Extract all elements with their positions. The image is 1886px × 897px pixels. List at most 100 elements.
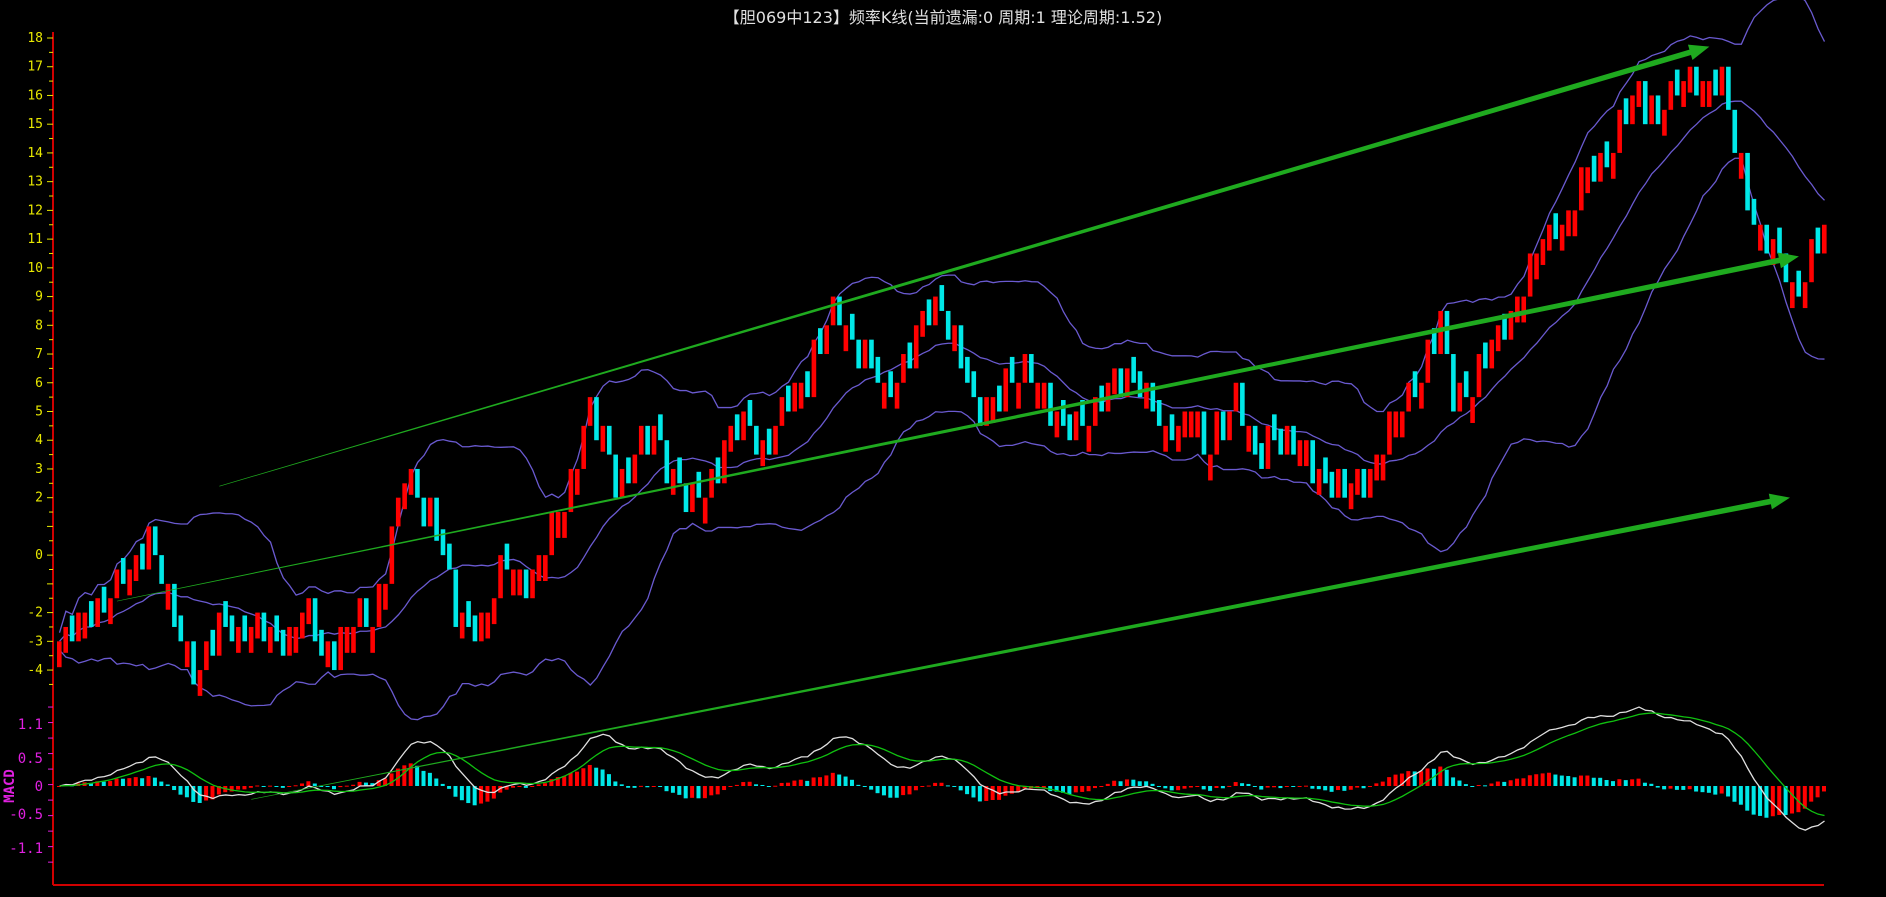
candle-down <box>677 457 682 483</box>
candle-up <box>901 354 906 383</box>
bollinger-lower-band <box>60 158 1825 719</box>
macd-histogram-bar <box>447 786 451 789</box>
candle-up <box>326 641 331 667</box>
candle-up <box>1246 426 1251 452</box>
candle-up <box>479 613 484 642</box>
candle-down <box>805 371 810 397</box>
candle-up <box>358 598 363 627</box>
candle-up <box>1496 325 1501 351</box>
macd-histogram-bar <box>1707 786 1711 793</box>
macd-histogram-bar <box>1470 786 1474 787</box>
candle-up <box>1349 483 1354 509</box>
macd-histogram-bar <box>1426 768 1430 786</box>
macd-histogram-bar <box>1234 782 1238 786</box>
candle-down <box>1726 67 1731 110</box>
y-tick-label: 16 <box>27 88 43 103</box>
macd-histogram-bar <box>1336 786 1340 790</box>
candle-up <box>268 627 273 653</box>
macd-tick-label: 1.1 <box>18 717 43 733</box>
candle-up <box>773 426 778 455</box>
y-tick-label: 8 <box>35 318 43 333</box>
candle-down <box>978 397 983 426</box>
macd-histogram-bar <box>780 783 784 786</box>
macd-histogram-bar <box>799 780 803 786</box>
macd-histogram-bar <box>1310 786 1314 789</box>
candle-down <box>1310 440 1315 483</box>
candle-up <box>485 613 490 639</box>
macd-histogram-bar <box>147 776 151 786</box>
macd-histogram-bar <box>1093 786 1097 788</box>
macd-histogram-bar <box>473 786 477 805</box>
macd-histogram-bar <box>453 786 457 797</box>
macd-histogram-bar <box>1253 786 1257 787</box>
candle-up <box>1477 354 1482 397</box>
macd-histogram-bar <box>345 786 349 787</box>
candle-down <box>70 615 75 641</box>
candle-down <box>837 297 842 326</box>
candle-down <box>1278 429 1283 455</box>
candle-up <box>255 613 260 639</box>
macd-histogram-bar <box>287 786 291 787</box>
macd-histogram-bar <box>543 783 547 786</box>
candle-down <box>876 357 881 383</box>
candle-down <box>89 601 94 627</box>
candle-up <box>1214 411 1219 454</box>
candle-down <box>818 328 823 354</box>
candle-down <box>274 615 279 641</box>
macd-histogram-bar <box>1374 783 1378 786</box>
macd-histogram-bar <box>1464 784 1468 786</box>
macd-histogram-bar <box>581 768 585 786</box>
macd-histogram-bar <box>575 772 579 786</box>
candle-down <box>1713 70 1718 96</box>
candle-down <box>1796 271 1801 297</box>
macd-histogram-bar <box>1087 786 1091 791</box>
candle-up <box>396 498 401 527</box>
candle-down <box>645 426 650 455</box>
macd-histogram-bar <box>1151 784 1155 786</box>
candle-up <box>409 469 414 495</box>
candle-down <box>1764 225 1769 254</box>
candle-up <box>1630 95 1635 124</box>
candle-up <box>1016 383 1021 409</box>
macd-histogram-bar <box>1816 786 1820 797</box>
candle-down <box>121 558 126 584</box>
candle-down <box>1675 70 1680 96</box>
macd-histogram-bar <box>1649 784 1653 786</box>
candle-down <box>1413 371 1418 397</box>
candle-down <box>434 498 439 541</box>
candle-up <box>147 526 152 569</box>
candle-up <box>1637 81 1642 107</box>
candle-up <box>1144 383 1149 409</box>
candle-up <box>1688 67 1693 93</box>
candle-up <box>1534 253 1539 279</box>
macd-histogram-bar <box>1125 779 1129 786</box>
macd-histogram-bar <box>1483 785 1487 786</box>
macd-histogram-bar <box>1291 786 1295 787</box>
macd-histogram-bar <box>236 786 240 790</box>
macd-histogram-bar <box>108 781 112 786</box>
macd-histogram-bar <box>537 784 541 786</box>
candle-down <box>1445 311 1450 354</box>
macd-histogram-bar <box>1541 773 1545 786</box>
macd-histogram-bar <box>1732 786 1736 802</box>
candle-up <box>569 469 574 512</box>
candle-up <box>537 555 542 581</box>
candle-up <box>1227 411 1232 440</box>
macd-histogram-bar <box>1521 778 1525 786</box>
candle-up <box>134 555 139 581</box>
candle-down <box>1464 371 1469 397</box>
candle-down <box>364 598 369 627</box>
candle-up <box>127 570 132 596</box>
candle-down <box>1157 400 1162 426</box>
candle-up <box>1042 383 1047 409</box>
candle-up <box>63 627 68 653</box>
candle-up <box>1035 383 1040 409</box>
macd-histogram-bar <box>978 786 982 801</box>
macd-histogram-bar <box>952 786 956 787</box>
candle-down <box>946 311 951 340</box>
candle-down <box>1170 414 1175 440</box>
macd-histogram-bar <box>767 786 771 787</box>
macd-histogram-bar <box>876 786 880 793</box>
y-tick-label: 0 <box>35 548 43 563</box>
candle-up <box>1285 426 1290 455</box>
